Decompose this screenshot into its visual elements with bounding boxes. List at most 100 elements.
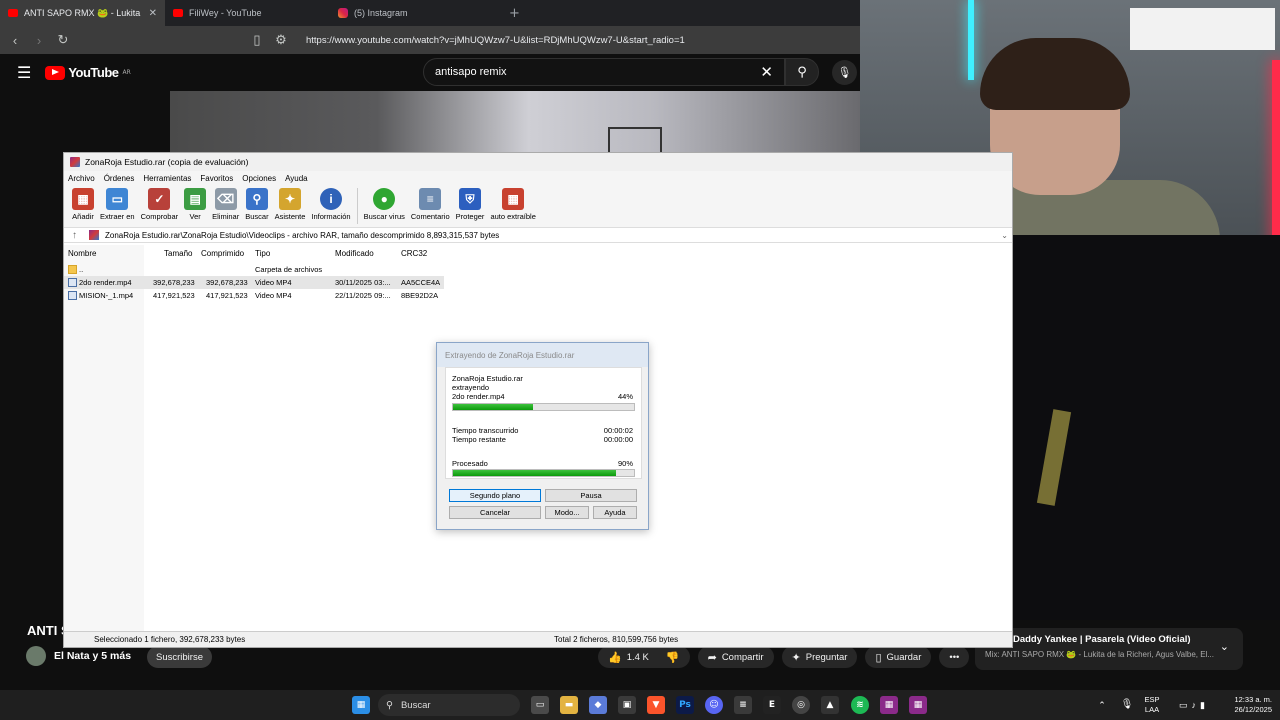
menu-ordenes[interactable]: Órdenes [104,174,135,183]
toolbar-info[interactable]: i Información [311,188,351,221]
menu-favoritos[interactable]: Favoritos [200,174,233,183]
start-icon[interactable]: ▦ [352,696,370,714]
menu-icon[interactable]: ☰ [17,63,31,82]
avatar[interactable] [26,646,46,666]
language-indicator[interactable]: ESP LAA [1142,690,1162,720]
column-header-packed[interactable]: Comprimido [201,249,244,258]
menu-herramientas[interactable]: Herramientas [143,174,191,183]
youtube-icon [8,9,18,17]
channel-name[interactable]: El Nata y 5 más [54,650,131,662]
back-icon[interactable]: ‹ [8,33,22,48]
file-name: 2do render.mp4 [79,278,132,287]
column-header-size[interactable]: Tamaño [164,249,192,258]
search-icon[interactable]: ⚲ [785,58,819,86]
network-icon: ▭ [1179,700,1188,710]
winrar-icon[interactable]: ▦ [909,696,927,714]
table-row[interactable]: .. Carpeta de archivos [64,263,444,276]
clear-search-icon[interactable]: ✕ [760,63,773,81]
taskbar-search[interactable]: ⚲ Buscar [378,694,520,716]
winrar-titlebar[interactable]: ZonaRoja Estudio.rar (copia de evaluació… [64,153,1012,171]
extract-dialog-title[interactable]: Extrayendo de ZonaRoja Estudio.rar [437,343,648,367]
column-header-modified[interactable]: Modificado [335,249,374,258]
help-button[interactable]: Ayuda [593,506,637,519]
column-header-type[interactable]: Tipo [255,249,270,258]
brave-icon[interactable]: ▼ [647,696,665,714]
discord-icon[interactable]: ☺ [705,696,723,714]
subscribe-button[interactable]: Suscribirse [147,646,212,668]
forward-icon[interactable]: › [32,33,46,48]
toolbar-wizard[interactable]: ✦ Asistente [275,188,305,221]
new-tab-button[interactable]: + [495,0,534,26]
obs-icon[interactable]: ◎ [792,696,810,714]
tab-filiwey[interactable]: FiliWey - YouTube [165,0,330,26]
more-button[interactable]: ••• [939,646,970,668]
up-arrow-icon[interactable]: ↑ [72,230,77,241]
video-file-icon [68,291,77,300]
toolbar-view[interactable]: ▤ Ver [184,188,207,221]
menu-opciones[interactable]: Opciones [242,174,276,183]
tab-instagram[interactable]: (5) Instagram [330,0,495,26]
microphone-icon[interactable]: 🎙 [1120,690,1134,720]
url-field[interactable]: https://www.youtube.com/watch?v=jMhUQWzw… [306,35,685,46]
cancel-button[interactable]: Cancelar [449,506,541,519]
photoshop-icon[interactable]: Ps [676,696,694,714]
chevron-up-icon[interactable]: ⌃ [1096,690,1108,720]
ask-button[interactable]: ✦ Preguntar [781,646,858,668]
table-row[interactable]: 2do render.mp4 392,678,233 392,678,233 V… [64,276,444,289]
archive-path[interactable]: ZonaRoja Estudio.rar\ZonaRoja Estudio\Vi… [105,231,499,240]
chevron-down-icon[interactable]: ⌄ [1220,640,1229,653]
mix-panel[interactable]: ...nte: Daddy Yankee | Pasarela (Video O… [975,628,1243,670]
search-input[interactable]: antisapo remix ✕ [423,58,785,86]
menu-archivo[interactable]: Archivo [68,174,95,183]
processed-progress-bar [452,469,635,477]
tab-close-icon[interactable]: ✕ [149,8,157,19]
toolbar-sfx[interactable]: ▦ auto extraíble [490,188,536,221]
share-button[interactable]: ➦ Compartir [697,646,774,668]
app-icon[interactable]: ▲ [821,696,839,714]
column-header-crc[interactable]: CRC32 [401,249,427,258]
channel-info[interactable]: El Nata y 5 más [26,646,131,666]
bookmark-icon[interactable]: ▯ [250,32,264,48]
like-button[interactable]: 👍 1.4 K 👎 [598,646,690,668]
store-icon[interactable]: ▣ [618,696,636,714]
winrar-status-bar: Seleccionado 1 fichero, 392,678,233 byte… [64,631,1012,647]
clock[interactable]: 12:33 a. m. 26/12/2025 [1222,690,1272,720]
winrar-icon[interactable]: ▦ [880,696,898,714]
video-player[interactable] [170,91,860,157]
toolbar-add[interactable]: ▦ Añadir [72,188,94,221]
toolbar-label: Comentario [410,212,450,221]
spotify-icon[interactable]: ≋ [851,696,869,714]
menu-ayuda[interactable]: Ayuda [285,174,308,183]
notepad-icon[interactable]: ≡ [734,696,752,714]
toolbar-find[interactable]: ⚲ Buscar [245,188,269,221]
youtube-logo[interactable]: YouTube AR [45,65,131,80]
youtube-play-icon [45,65,66,80]
toolbar-comment[interactable]: ≡ Comentario [411,188,450,221]
mode-button[interactable]: Modo... [545,506,589,519]
microphone-icon[interactable]: 🎙 [832,60,857,85]
task-view-icon[interactable]: ▭ [531,696,549,714]
folder-extract-icon: ▭ [106,188,129,210]
thumbs-down-icon[interactable]: 👎 [666,651,680,664]
table-row[interactable]: MISION-_1.mp4 417,921,523 417,921,523 Vi… [64,289,444,302]
find-icon: ⚲ [245,188,268,210]
site-settings-icon[interactable]: ⚙ [274,32,288,48]
toolbar-test[interactable]: ✓ Comprobar [141,188,178,221]
system-tray-icons[interactable]: ▭ ♪ ▮ [1170,690,1214,720]
toolbar-virus-scan[interactable]: ● Buscar virus [364,188,405,221]
column-header-name[interactable]: Nombre [68,249,96,258]
tab-anti-sapo[interactable]: ANTI SAPO RMX 🐸 - Lukita de ✕ [0,0,165,26]
virus-scan-icon: ● [373,188,396,210]
pause-button[interactable]: Pausa [545,489,637,502]
chevron-down-icon[interactable]: ⌄ [1001,231,1008,240]
background-button[interactable]: Segundo plano [449,489,541,502]
save-button[interactable]: ▯ Guardar [865,646,932,668]
file-explorer-icon[interactable]: ▬ [560,696,578,714]
toolbar-extract-to[interactable]: ▭ Extraer en [100,188,135,221]
reload-icon[interactable]: ↻ [56,32,70,48]
toolbar-protect[interactable]: ⛨ Proteger [456,188,484,221]
file-modified: 30/11/2025 03:... [335,278,391,287]
copilot-icon[interactable]: ◆ [589,696,607,714]
toolbar-delete[interactable]: ⌫ Eliminar [212,188,239,221]
epic-games-icon[interactable]: E [763,696,781,714]
